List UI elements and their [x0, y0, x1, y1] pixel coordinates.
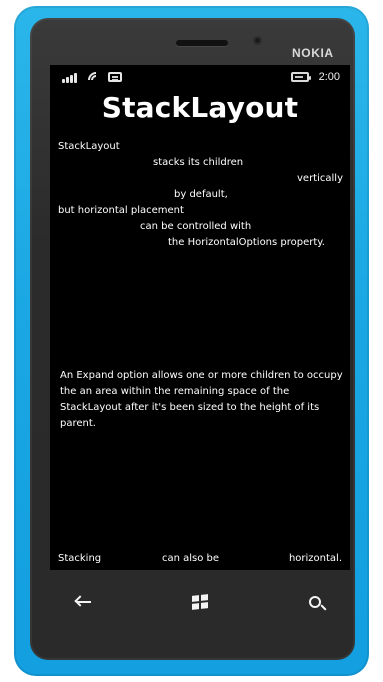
text-line-6: can be controlled with	[140, 221, 252, 232]
search-icon	[309, 596, 321, 608]
brand-logo-text: NOKIA	[292, 46, 334, 60]
text-line-1: StackLayout	[58, 141, 120, 152]
status-left	[62, 71, 122, 83]
windows-icon	[192, 594, 208, 610]
speaker	[176, 40, 228, 46]
bottom-label-left: Stacking	[58, 553, 102, 564]
start-button[interactable]	[186, 592, 214, 612]
text-line-5: but horizontal placement	[58, 205, 184, 216]
front-camera	[253, 36, 262, 45]
text-line-2: stacks its children	[153, 157, 244, 168]
status-right: 2:00	[290, 71, 340, 83]
explanation-paragraph: An Expand option allows one or more chil…	[60, 370, 343, 429]
bottom-stacking-row: Stacking can also be horizontal.	[50, 553, 350, 569]
status-bar: 2:00	[50, 65, 350, 89]
back-button[interactable]	[70, 592, 98, 612]
text-line-4: by default,	[174, 189, 228, 200]
back-icon	[77, 601, 91, 603]
hardware-buttons	[50, 578, 350, 626]
wifi-icon	[86, 71, 102, 83]
message-icon	[108, 72, 122, 82]
bottom-label-middle: can also be	[162, 553, 220, 564]
status-time: 2:00	[318, 71, 340, 83]
text-line-7: the HorizontalOptions property.	[168, 237, 325, 248]
text-line-3: vertically	[297, 173, 343, 184]
phone-screen: 2:00 StackLayout StackLayout stacks its …	[50, 65, 350, 570]
search-button[interactable]	[302, 592, 330, 612]
bottom-label-right: horizontal.	[288, 553, 342, 564]
signal-strength-icon	[62, 71, 80, 83]
battery-icon	[290, 72, 311, 82]
page-title: StackLayout	[101, 91, 299, 124]
